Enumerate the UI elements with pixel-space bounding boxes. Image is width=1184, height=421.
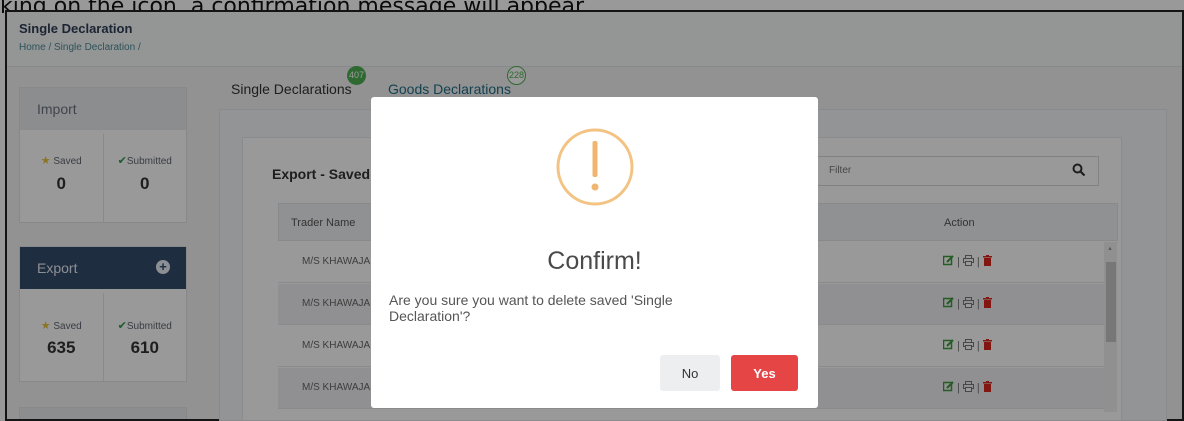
dialog-title: Confirm! [547,247,642,275]
warning-icon [555,127,635,212]
dialog-message: Are you sure you want to delete saved 'S… [389,292,673,324]
screenshot-root: king on the icon, a confirmation message… [0,0,1184,421]
yes-button[interactable]: Yes [731,355,798,391]
no-button[interactable]: No [660,355,720,391]
